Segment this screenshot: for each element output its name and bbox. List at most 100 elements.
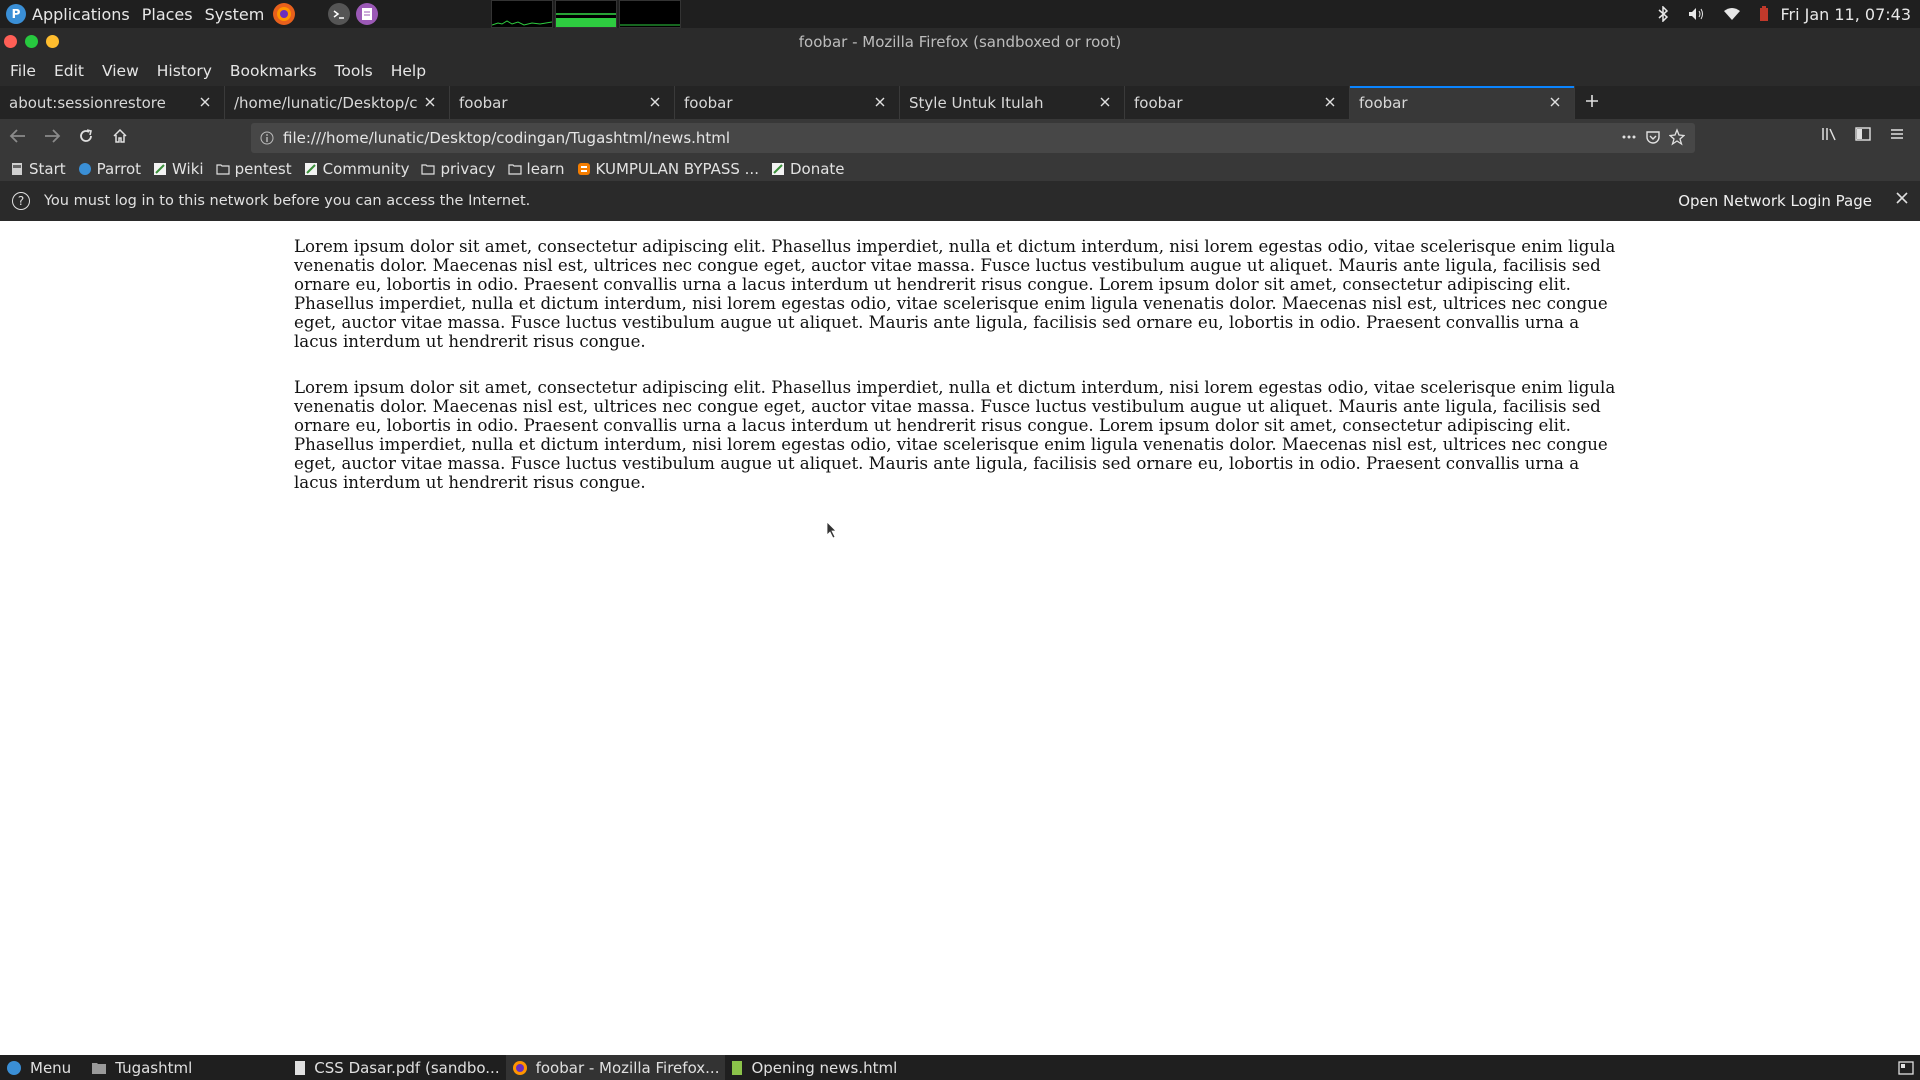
terminal-icon[interactable]: [328, 3, 351, 25]
blogger-icon: [577, 162, 591, 176]
paragraph-2: Lorem ipsum dolor sit amet, consectetur …: [294, 378, 1616, 492]
tab-3[interactable]: foobar: [450, 86, 675, 119]
bookmark-parrot[interactable]: Parrot: [78, 160, 141, 178]
page-icon: [10, 162, 24, 176]
bookmarks-toolbar: Start Parrot Wiki pentest Community priv…: [0, 157, 1920, 181]
parrot-icon: [78, 162, 92, 176]
tab-close-icon[interactable]: [196, 93, 214, 111]
tab-6[interactable]: foobar: [1125, 86, 1350, 119]
bookmark-star-icon[interactable]: [1668, 128, 1686, 150]
page-content: Lorem ipsum dolor sit amet, consectetur …: [0, 221, 1920, 1055]
tab-label: /home/lunatic/Desktop/codi: [234, 93, 418, 112]
window-maximize-button[interactable]: [25, 35, 38, 48]
captive-portal-notification: ? You must log in to this network before…: [0, 181, 1920, 221]
tab-close-icon[interactable]: [421, 93, 439, 111]
menu-tools[interactable]: Tools: [335, 62, 373, 80]
pocket-icon[interactable]: [1645, 128, 1661, 150]
bookmark-wiki[interactable]: Wiki: [153, 160, 204, 178]
article-body: Lorem ipsum dolor sit amet, consectetur …: [294, 237, 1624, 519]
tab-label: Style Untuk Itulah: [909, 93, 1044, 112]
tab-close-icon[interactable]: [1546, 93, 1564, 111]
system-tray: Fri Jan 11, 07:43: [1648, 0, 1920, 28]
menu-edit[interactable]: Edit: [54, 62, 84, 80]
clock[interactable]: Fri Jan 11, 07:43: [1780, 5, 1911, 24]
reload-button[interactable]: [70, 122, 102, 154]
window-titlebar[interactable]: foobar - Mozilla Firefox (sandboxed or r…: [0, 28, 1920, 55]
tab-close-icon[interactable]: [646, 93, 664, 111]
memory-graph: [555, 0, 618, 28]
bookmark-community[interactable]: Community: [304, 160, 409, 178]
url-bar[interactable]: file:///home/lunatic/Desktop/codingan/Tu…: [251, 123, 1695, 153]
tab-close-icon[interactable]: [1096, 93, 1114, 111]
menu-file[interactable]: File: [10, 62, 36, 80]
open-network-login-button[interactable]: Open Network Login Page: [1670, 187, 1880, 215]
tab-label: foobar: [459, 93, 508, 112]
tab-7-active[interactable]: foobar: [1350, 86, 1575, 119]
home-icon: [112, 128, 128, 148]
taskbar-item-firefox[interactable]: foobar - Mozilla Firefox...: [505, 1055, 726, 1080]
tab-bar: about:sessionrestore /home/lunatic/Deskt…: [0, 86, 1920, 119]
menu-help[interactable]: Help: [391, 62, 426, 80]
firefox-icon[interactable]: [273, 3, 296, 25]
bookmark-folder-pentest[interactable]: pentest: [215, 160, 292, 178]
library-icon[interactable]: [1820, 125, 1838, 147]
hamburger-menu-icon[interactable]: [1888, 125, 1906, 147]
menu-bar: File Edit View History Bookmarks Tools H…: [0, 55, 1920, 86]
reload-icon: [78, 128, 94, 148]
document-icon: [294, 1060, 306, 1076]
notification-message: You must log in to this network before y…: [44, 193, 531, 209]
new-tab-button[interactable]: [1575, 86, 1609, 119]
wiki-icon: [304, 162, 318, 176]
sidebar-icon[interactable]: [1854, 125, 1872, 147]
taskbar-item-css-dasar-pdf[interactable]: CSS Dasar.pdf (sandbo...: [288, 1055, 505, 1080]
bookmark-folder-learn[interactable]: learn: [507, 160, 565, 178]
volume-icon[interactable]: [1687, 6, 1705, 22]
battery-icon[interactable]: [1759, 6, 1769, 22]
panel-menu-applications[interactable]: Applications: [26, 0, 136, 28]
menu-bookmarks[interactable]: Bookmarks: [230, 62, 317, 80]
parrot-os-icon[interactable]: P: [6, 4, 26, 24]
bookmark-donate[interactable]: Donate: [771, 160, 845, 178]
show-desktop-icon[interactable]: [1898, 1060, 1914, 1080]
tab-2[interactable]: /home/lunatic/Desktop/codi: [225, 86, 450, 119]
taskbar-menu[interactable]: Menu: [0, 1055, 77, 1080]
home-button[interactable]: [104, 122, 136, 154]
tab-close-icon[interactable]: [871, 93, 889, 111]
system-monitor: [491, 0, 683, 28]
top-panel: P Applications Places System Fri Jan 11,…: [0, 0, 1920, 28]
navigation-toolbar: file:///home/lunatic/Desktop/codingan/Tu…: [0, 119, 1920, 157]
bookmark-start[interactable]: Start: [10, 160, 66, 178]
arrow-right-icon: [43, 128, 61, 148]
bookmark-kumpulan-bypass[interactable]: KUMPULAN BYPASS ...: [577, 160, 759, 178]
network-graph: [619, 0, 682, 28]
taskbar-item-opening-news[interactable]: Opening news.html: [725, 1055, 903, 1080]
question-icon: ?: [12, 192, 30, 210]
tab-5[interactable]: Style Untuk Itulah: [900, 86, 1125, 119]
page-actions-icon[interactable]: [1621, 128, 1637, 150]
close-icon[interactable]: [1896, 192, 1908, 208]
menu-view[interactable]: View: [102, 62, 139, 80]
tab-label: about:sessionrestore: [9, 93, 166, 112]
panel-menu-places[interactable]: Places: [136, 0, 199, 28]
cpu-graph: [491, 0, 554, 28]
menu-history[interactable]: History: [157, 62, 212, 80]
tab-4[interactable]: foobar: [675, 86, 900, 119]
panel-menu-system[interactable]: System: [199, 0, 271, 28]
url-text[interactable]: file:///home/lunatic/Desktop/codingan/Tu…: [283, 129, 730, 147]
tab-1[interactable]: about:sessionrestore: [0, 86, 225, 119]
bluetooth-icon[interactable]: [1657, 6, 1669, 22]
tab-label: foobar: [1134, 93, 1183, 112]
bottom-taskbar: Menu Tugashtml CSS Dasar.pdf (sandbo... …: [0, 1055, 1920, 1080]
text-editor-icon[interactable]: [356, 3, 379, 25]
window-close-button[interactable]: [4, 35, 17, 48]
tab-close-icon[interactable]: [1321, 93, 1339, 111]
window-minimize-button[interactable]: [46, 35, 59, 48]
forward-button[interactable]: [36, 122, 68, 154]
bookmark-folder-privacy[interactable]: privacy: [421, 160, 496, 178]
wifi-icon[interactable]: [1723, 7, 1741, 21]
taskbar-item-tugashtml[interactable]: Tugashtml: [85, 1055, 198, 1080]
folder-icon: [91, 1061, 107, 1075]
back-button[interactable]: [2, 122, 34, 154]
parrot-icon: [6, 1060, 22, 1076]
info-icon[interactable]: [251, 131, 283, 145]
